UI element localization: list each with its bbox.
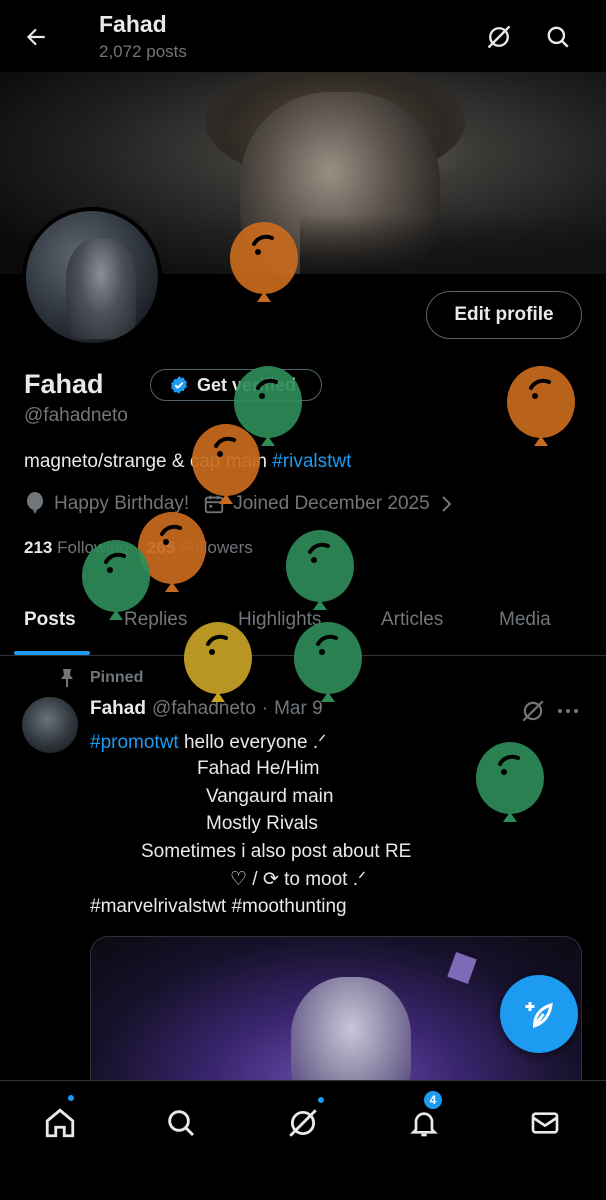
bottom-navigation: 4 xyxy=(0,1080,606,1200)
tab-media[interactable]: Media xyxy=(499,609,551,631)
balloon-orange xyxy=(190,424,262,510)
search-icon xyxy=(547,26,569,48)
post-line-2: Fahad He/Him xyxy=(197,758,320,779)
bio-hashtag-link[interactable]: #rivalstwt xyxy=(272,451,351,472)
header-title: Fahad xyxy=(99,11,167,37)
post-line-5: Sometimes i also post about RE xyxy=(141,841,412,862)
balloon-icon xyxy=(27,492,43,514)
balloon-green xyxy=(292,622,364,708)
notifications-badge: 4 xyxy=(422,1089,444,1111)
profile-handle: @fahadneto xyxy=(24,405,128,426)
balloon-orange xyxy=(505,366,577,452)
joined-text: Joined December 2025 xyxy=(233,493,430,514)
post-line-4: Mostly Rivals xyxy=(206,813,318,834)
slash-circle-icon xyxy=(289,1109,317,1137)
profile-avatar[interactable] xyxy=(22,207,162,347)
grok-unread-dot xyxy=(316,1095,326,1105)
post-hashtags[interactable]: #marvelrivalstwt #moothunting xyxy=(90,896,347,918)
post-hashtag-promotwt[interactable]: #promotwt xyxy=(90,732,179,753)
back-button[interactable] xyxy=(19,20,53,54)
display-name: Fahad xyxy=(24,369,104,399)
post-author-avatar[interactable] xyxy=(22,697,78,753)
grok-button[interactable] xyxy=(482,20,516,54)
post-author-name[interactable]: Fahad xyxy=(90,698,146,720)
verified-badge-icon xyxy=(171,376,187,394)
nav-messages[interactable] xyxy=(523,1101,567,1145)
banner-ground xyxy=(300,214,606,274)
post-line-3: Vangaurd main xyxy=(206,786,334,807)
pin-icon xyxy=(61,669,73,687)
avatar-figure xyxy=(66,239,136,339)
following-count: 213 xyxy=(24,538,53,557)
arrow-left-icon xyxy=(26,28,45,46)
ellipsis-icon xyxy=(558,709,578,713)
balloon-green xyxy=(474,742,546,828)
home-unread-dot xyxy=(66,1093,76,1103)
tab-posts[interactable]: Posts xyxy=(24,609,76,631)
post-line-6: ♡ / ⟳ to moot .ᐟ xyxy=(230,869,367,890)
nav-grok[interactable] xyxy=(281,1101,325,1145)
media-crystal xyxy=(447,952,477,984)
compose-post-button[interactable] xyxy=(500,975,578,1053)
feather-plus-icon xyxy=(525,1002,553,1029)
bell-icon xyxy=(410,1112,438,1137)
post-line-1: #promotwt hello everyone .ᐟ xyxy=(90,731,326,754)
slash-circle-icon xyxy=(522,700,544,722)
post-line-1-text: hello everyone .ᐟ xyxy=(178,732,327,753)
balloon-green xyxy=(284,530,356,616)
balloon-orange xyxy=(228,222,300,308)
profile-bio: magneto/strange & cap main #rivalstwt xyxy=(24,451,351,473)
search-icon xyxy=(168,1110,195,1137)
header-post-count: 2,072 posts xyxy=(99,42,187,61)
envelope-icon xyxy=(531,1112,559,1134)
balloon-yellow xyxy=(182,622,254,708)
tab-articles[interactable]: Articles xyxy=(381,609,443,631)
pinned-indicator: Pinned xyxy=(58,668,143,688)
nav-home[interactable] xyxy=(38,1101,82,1145)
edit-profile-button[interactable]: Edit profile xyxy=(426,291,582,339)
chevron-right-icon[interactable] xyxy=(438,494,454,514)
post-more-button[interactable] xyxy=(556,698,580,729)
home-icon xyxy=(45,1108,75,1138)
active-tab-indicator xyxy=(14,651,90,655)
nav-search[interactable] xyxy=(159,1101,203,1145)
slash-circle-icon xyxy=(487,25,511,49)
post-grok-button[interactable] xyxy=(520,698,546,729)
search-button[interactable] xyxy=(541,20,575,54)
post-separator: · xyxy=(261,698,269,719)
top-header: Fahad 2,072 posts xyxy=(0,0,606,72)
balloon-green xyxy=(80,540,152,626)
pinned-label: Pinned xyxy=(90,669,144,686)
